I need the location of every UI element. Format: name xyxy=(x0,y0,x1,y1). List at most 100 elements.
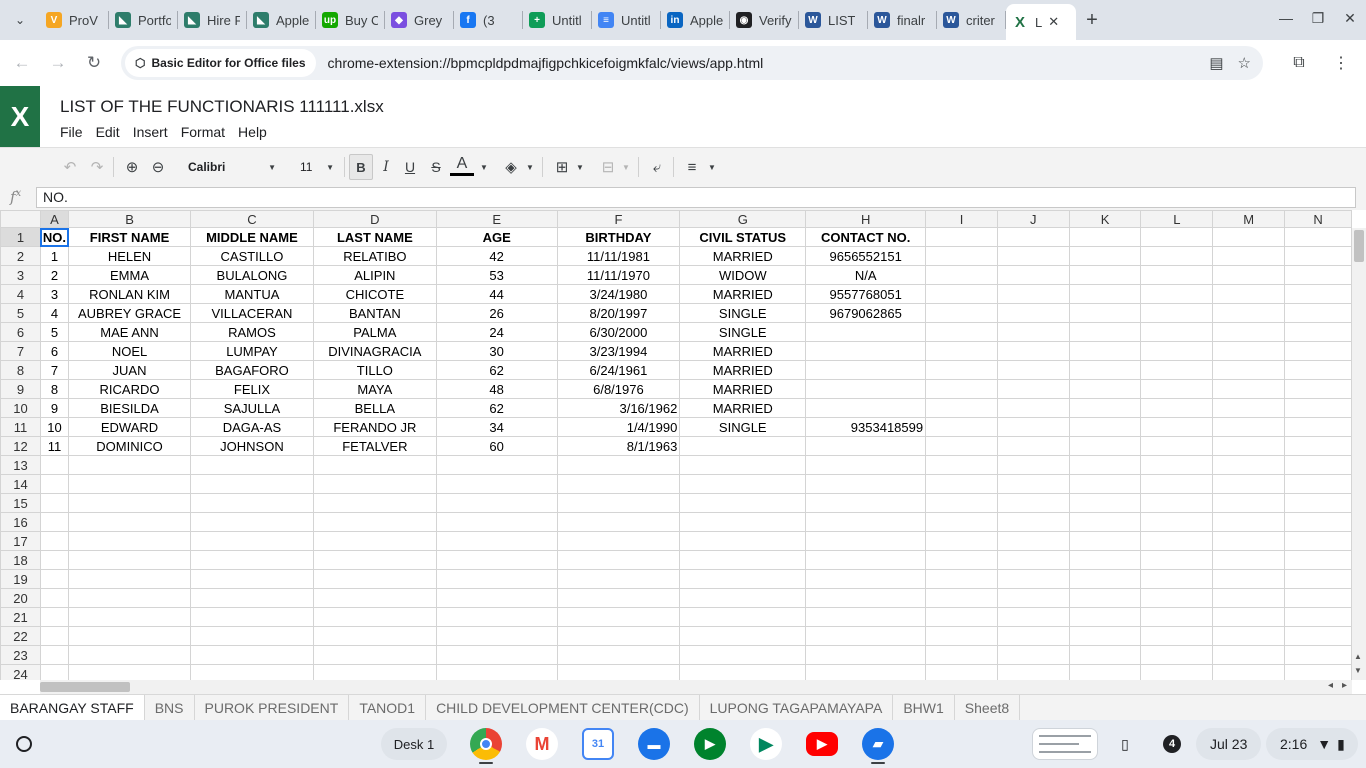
chrome-app-icon[interactable] xyxy=(470,728,502,760)
cell[interactable]: 48 xyxy=(435,379,558,399)
cell[interactable]: 26 xyxy=(435,303,558,323)
cell[interactable] xyxy=(435,645,558,665)
cell[interactable] xyxy=(1068,664,1142,680)
system-tray[interactable]: 2:16 ▼ ▮ xyxy=(1266,728,1358,760)
cell[interactable]: CHICOTE xyxy=(312,284,437,304)
close-tab-icon[interactable]: ✕ xyxy=(1048,14,1059,30)
sheet-tab[interactable]: TANOD1 xyxy=(349,695,427,720)
cell[interactable] xyxy=(1068,303,1142,323)
column-header[interactable]: F xyxy=(556,210,681,228)
cell[interactable]: FELIX xyxy=(190,379,314,399)
chevron-down-icon[interactable]: ▼ xyxy=(568,154,592,180)
cell[interactable] xyxy=(68,474,191,494)
cell[interactable] xyxy=(925,436,998,456)
cell[interactable] xyxy=(435,493,558,513)
cell[interactable] xyxy=(996,265,1070,285)
cell[interactable] xyxy=(1140,569,1214,589)
close-window-icon[interactable]: ✕ xyxy=(1334,0,1366,36)
cell[interactable] xyxy=(190,512,314,532)
cell[interactable] xyxy=(679,493,807,513)
cell[interactable] xyxy=(1140,493,1214,513)
cell[interactable] xyxy=(556,569,681,589)
cell[interactable] xyxy=(312,588,437,608)
row-header[interactable]: 2 xyxy=(0,246,41,266)
cell[interactable]: MANTUA xyxy=(190,284,314,304)
cell[interactable] xyxy=(39,569,70,589)
cell[interactable] xyxy=(996,417,1070,437)
spreadsheet-grid[interactable]: ABCDEFGHIJKLMN 1 NO. FIRST NAME MIDDLE NAME… xyxy=(0,210,1352,680)
cell[interactable] xyxy=(1140,474,1214,494)
cell[interactable] xyxy=(805,550,927,570)
cell[interactable]: LAST NAME xyxy=(312,227,437,247)
cell[interactable]: MARRIED xyxy=(679,360,807,380)
cell[interactable] xyxy=(1284,588,1352,608)
cell[interactable] xyxy=(1212,379,1286,399)
cell[interactable] xyxy=(68,550,191,570)
cell[interactable] xyxy=(1284,455,1352,475)
column-header[interactable]: N xyxy=(1284,210,1352,228)
cell[interactable] xyxy=(1284,246,1352,266)
browser-tab[interactable]: W LIST xyxy=(799,0,867,40)
cell[interactable]: JUAN xyxy=(68,360,191,380)
column-header[interactable]: C xyxy=(190,210,314,228)
cell[interactable] xyxy=(996,322,1070,342)
cell[interactable]: 3/24/1980 xyxy=(556,284,681,304)
cell[interactable]: SAJULLA xyxy=(190,398,314,418)
text-color-icon[interactable]: A xyxy=(450,154,474,176)
cell[interactable] xyxy=(679,645,807,665)
cell[interactable] xyxy=(996,588,1070,608)
cell[interactable] xyxy=(190,569,314,589)
cell[interactable] xyxy=(435,626,558,646)
cell[interactable] xyxy=(312,531,437,551)
cell[interactable] xyxy=(68,512,191,532)
cell[interactable] xyxy=(925,303,998,323)
cell[interactable] xyxy=(679,588,807,608)
cell[interactable]: DIVINAGRACIA xyxy=(312,341,437,361)
cell[interactable] xyxy=(39,550,70,570)
cell[interactable] xyxy=(679,474,807,494)
cell[interactable] xyxy=(435,512,558,532)
cell[interactable] xyxy=(1140,360,1214,380)
cell[interactable]: TILLO xyxy=(312,360,437,380)
cell[interactable] xyxy=(1284,664,1352,680)
cell[interactable]: RELATIBO xyxy=(312,246,437,266)
cell[interactable] xyxy=(996,379,1070,399)
cell[interactable] xyxy=(1284,531,1352,551)
cell[interactable]: MAYA xyxy=(312,379,437,399)
reload-icon[interactable]: ↻ xyxy=(76,45,112,81)
cell[interactable] xyxy=(68,626,191,646)
cell[interactable] xyxy=(68,588,191,608)
menu-file[interactable]: File xyxy=(60,124,83,140)
cell[interactable] xyxy=(679,531,807,551)
minimize-icon[interactable]: — xyxy=(1270,0,1302,36)
cell[interactable]: 9679062865 xyxy=(805,303,927,323)
cell[interactable]: MARRIED xyxy=(679,246,807,266)
cell[interactable] xyxy=(925,379,998,399)
row-header[interactable]: 11 xyxy=(0,417,41,437)
cell[interactable] xyxy=(925,664,998,680)
undo-icon[interactable]: ↶ xyxy=(58,154,82,180)
underline-button[interactable]: U xyxy=(398,154,422,180)
cell[interactable] xyxy=(1284,474,1352,494)
cell[interactable] xyxy=(996,531,1070,551)
cell[interactable] xyxy=(1068,360,1142,380)
cell[interactable] xyxy=(1284,379,1352,399)
row-header[interactable]: 20 xyxy=(0,588,41,608)
wrap-text-icon[interactable]: ⤶ xyxy=(645,154,669,180)
cell[interactable]: 30 xyxy=(435,341,558,361)
cell[interactable] xyxy=(925,246,998,266)
cell[interactable] xyxy=(925,398,998,418)
cell[interactable]: 9 xyxy=(39,398,70,418)
cell[interactable] xyxy=(556,588,681,608)
cell[interactable]: CIVIL STATUS xyxy=(679,227,807,247)
cell[interactable] xyxy=(805,341,927,361)
cell[interactable] xyxy=(68,455,191,475)
cell[interactable] xyxy=(312,645,437,665)
row-header[interactable]: 24 xyxy=(0,664,41,680)
browser-tab[interactable]: ◆ Grey xyxy=(385,0,453,40)
cell[interactable] xyxy=(1140,588,1214,608)
browser-tab[interactable]: ◉ Verify xyxy=(730,0,798,40)
scroll-down-icon[interactable]: ▼ xyxy=(1354,666,1362,675)
cell[interactable]: BULALONG xyxy=(190,265,314,285)
cell[interactable]: MARRIED xyxy=(679,284,807,304)
